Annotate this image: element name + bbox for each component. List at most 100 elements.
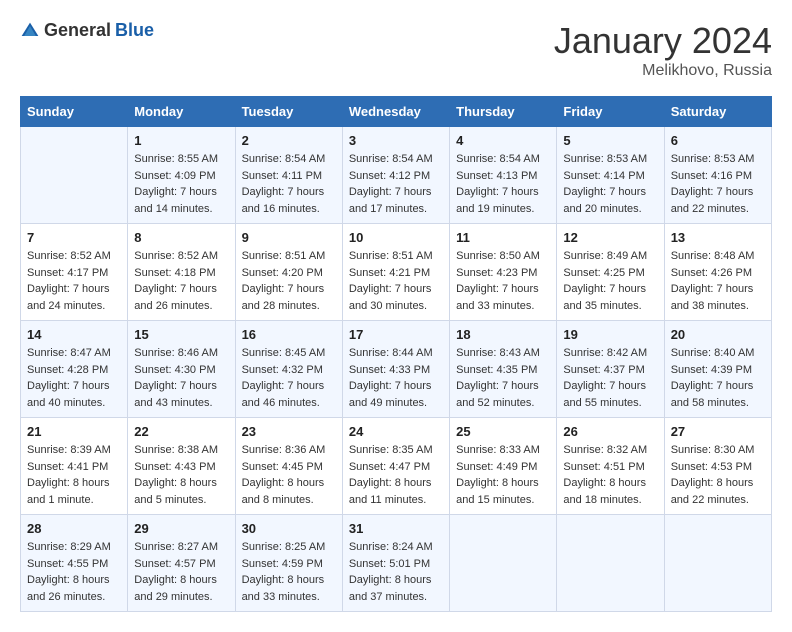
- day-info: Sunrise: 8:52 AMSunset: 4:17 PMDaylight:…: [27, 248, 121, 314]
- day-number: 20: [671, 327, 765, 342]
- location-title: Melikhovo, Russia: [554, 62, 772, 80]
- header-friday: Friday: [557, 97, 664, 127]
- day-number: 3: [349, 133, 443, 148]
- day-number: 2: [242, 133, 336, 148]
- day-number: 14: [27, 327, 121, 342]
- logo-blue: Blue: [115, 20, 154, 41]
- day-info: Sunrise: 8:50 AMSunset: 4:23 PMDaylight:…: [456, 248, 550, 314]
- table-row: 4Sunrise: 8:54 AMSunset: 4:13 PMDaylight…: [450, 127, 557, 224]
- header-wednesday: Wednesday: [342, 97, 449, 127]
- table-row: 28 Sunrise: 8:29 AMSunset: 4:55 PMDayligh…: [21, 515, 128, 612]
- calendar-week-row: 14Sunrise: 8:47 AMSunset: 4:28 PMDayligh…: [21, 321, 772, 418]
- day-info: Sunrise: 8:38 AMSunset: 4:43 PMDaylight:…: [134, 442, 228, 508]
- day-number: 28: [27, 521, 121, 536]
- day-info: Sunrise: 8:55 AMSunset: 4:09 PMDaylight:…: [134, 151, 228, 217]
- day-number: 21: [27, 424, 121, 439]
- table-row: 9 Sunrise: 8:51 AMSunset: 4:20 PMDaylight…: [235, 224, 342, 321]
- table-row: 5 Sunrise: 8:53 AMSunset: 4:14 PMDaylight…: [557, 127, 664, 224]
- table-row: 18Sunrise: 8:43 AMSunset: 4:35 PMDayligh…: [450, 321, 557, 418]
- day-number: 29: [134, 521, 228, 536]
- day-number: 9: [242, 230, 336, 245]
- day-info: Sunrise: 8:51 AMSunset: 4:20 PMDaylight:…: [242, 248, 336, 314]
- table-row: 29 Sunrise: 8:27 AMSunset: 4:57 PMDayligh…: [128, 515, 235, 612]
- logo-general: General: [44, 20, 111, 41]
- day-info: Sunrise: 8:53 AMSunset: 4:14 PMDaylight:…: [563, 151, 657, 217]
- day-number: 8: [134, 230, 228, 245]
- day-info: Sunrise: 8:52 AMSunset: 4:18 PMDaylight:…: [134, 248, 228, 314]
- day-info: Sunrise: 8:40 AMSunset: 4:39 PMDaylight:…: [671, 345, 765, 411]
- day-info: Sunrise: 8:39 AMSunset: 4:41 PMDaylight:…: [27, 442, 121, 508]
- day-number: 17: [349, 327, 443, 342]
- header-sunday: Sunday: [21, 97, 128, 127]
- table-row: 16 Sunrise: 8:45 AMSunset: 4:32 PMDayligh…: [235, 321, 342, 418]
- day-info: Sunrise: 8:45 AMSunset: 4:32 PMDaylight:…: [242, 345, 336, 411]
- month-title: January 2024: [554, 20, 772, 62]
- day-number: 27: [671, 424, 765, 439]
- day-info: Sunrise: 8:24 AMSunset: 5:01 PMDaylight:…: [349, 539, 443, 605]
- day-number: 26: [563, 424, 657, 439]
- table-row: 12 Sunrise: 8:49 AMSunset: 4:25 PMDayligh…: [557, 224, 664, 321]
- calendar-week-row: 1 Sunrise: 8:55 AMSunset: 4:09 PMDaylight…: [21, 127, 772, 224]
- table-row: 24 Sunrise: 8:35 AMSunset: 4:47 PMDayligh…: [342, 418, 449, 515]
- day-info: Sunrise: 8:46 AMSunset: 4:30 PMDaylight:…: [134, 345, 228, 411]
- calendar-header-row: Sunday Monday Tuesday Wednesday Thursday…: [21, 97, 772, 127]
- day-number: 16: [242, 327, 336, 342]
- table-row: 10 Sunrise: 8:51 AMSunset: 4:21 PMDayligh…: [342, 224, 449, 321]
- day-info: Sunrise: 8:27 AMSunset: 4:57 PMDaylight:…: [134, 539, 228, 605]
- table-row: 1 Sunrise: 8:55 AMSunset: 4:09 PMDaylight…: [128, 127, 235, 224]
- table-row: 21 Sunrise: 8:39 AMSunset: 4:41 PMDayligh…: [21, 418, 128, 515]
- table-row: 2 Sunrise: 8:54 AMSunset: 4:11 PMDaylight…: [235, 127, 342, 224]
- day-number: 10: [349, 230, 443, 245]
- table-row: 20 Sunrise: 8:40 AMSunset: 4:39 PMDayligh…: [664, 321, 771, 418]
- table-row: 25Sunrise: 8:33 AMSunset: 4:49 PMDayligh…: [450, 418, 557, 515]
- table-row: 26 Sunrise: 8:32 AMSunset: 4:51 PMDayligh…: [557, 418, 664, 515]
- day-number: 25: [456, 424, 550, 439]
- table-row: 13 Sunrise: 8:48 AMSunset: 4:26 PMDayligh…: [664, 224, 771, 321]
- table-row: 31 Sunrise: 8:24 AMSunset: 5:01 PMDayligh…: [342, 515, 449, 612]
- day-number: 11: [456, 230, 550, 245]
- calendar-week-row: 21 Sunrise: 8:39 AMSunset: 4:41 PMDayligh…: [21, 418, 772, 515]
- day-number: 6: [671, 133, 765, 148]
- calendar-table: Sunday Monday Tuesday Wednesday Thursday…: [20, 96, 772, 612]
- table-row: 11 Sunrise: 8:50 AMSunset: 4:23 PMDayligh…: [450, 224, 557, 321]
- day-number: 13: [671, 230, 765, 245]
- logo-icon: [20, 21, 40, 41]
- header-monday: Monday: [128, 97, 235, 127]
- day-info: Sunrise: 8:30 AMSunset: 4:53 PMDaylight:…: [671, 442, 765, 508]
- day-number: 24: [349, 424, 443, 439]
- day-info: Sunrise: 8:49 AMSunset: 4:25 PMDaylight:…: [563, 248, 657, 314]
- table-row: 22 Sunrise: 8:38 AMSunset: 4:43 PMDayligh…: [128, 418, 235, 515]
- table-row: 23 Sunrise: 8:36 AMSunset: 4:45 PMDayligh…: [235, 418, 342, 515]
- day-info: Sunrise: 8:36 AMSunset: 4:45 PMDaylight:…: [242, 442, 336, 508]
- table-row: 3Sunrise: 8:54 AMSunset: 4:12 PMDaylight…: [342, 127, 449, 224]
- day-info: Sunrise: 8:53 AMSunset: 4:16 PMDaylight:…: [671, 151, 765, 217]
- day-number: 23: [242, 424, 336, 439]
- day-info: Sunrise: 8:32 AMSunset: 4:51 PMDaylight:…: [563, 442, 657, 508]
- day-number: 1: [134, 133, 228, 148]
- header-saturday: Saturday: [664, 97, 771, 127]
- day-info: Sunrise: 8:25 AMSunset: 4:59 PMDaylight:…: [242, 539, 336, 605]
- day-number: 12: [563, 230, 657, 245]
- day-number: 31: [349, 521, 443, 536]
- day-info: Sunrise: 8:51 AMSunset: 4:21 PMDaylight:…: [349, 248, 443, 314]
- calendar-week-row: 7Sunrise: 8:52 AMSunset: 4:17 PMDaylight…: [21, 224, 772, 321]
- header-tuesday: Tuesday: [235, 97, 342, 127]
- day-number: 5: [563, 133, 657, 148]
- day-info: Sunrise: 8:48 AMSunset: 4:26 PMDaylight:…: [671, 248, 765, 314]
- table-row: 30 Sunrise: 8:25 AMSunset: 4:59 PMDayligh…: [235, 515, 342, 612]
- day-info: Sunrise: 8:29 AMSunset: 4:55 PMDaylight:…: [27, 539, 121, 605]
- table-row: 15Sunrise: 8:46 AMSunset: 4:30 PMDayligh…: [128, 321, 235, 418]
- day-info: Sunrise: 8:35 AMSunset: 4:47 PMDaylight:…: [349, 442, 443, 508]
- table-row: 7Sunrise: 8:52 AMSunset: 4:17 PMDaylight…: [21, 224, 128, 321]
- day-number: 19: [563, 327, 657, 342]
- page-header: GeneralBlue January 2024 Melikhovo, Russ…: [20, 20, 772, 80]
- logo: GeneralBlue: [20, 20, 154, 41]
- table-row: 8 Sunrise: 8:52 AMSunset: 4:18 PMDaylight…: [128, 224, 235, 321]
- day-info: Sunrise: 8:54 AMSunset: 4:13 PMDaylight:…: [456, 151, 550, 217]
- table-row: 6 Sunrise: 8:53 AMSunset: 4:16 PMDaylight…: [664, 127, 771, 224]
- day-number: 30: [242, 521, 336, 536]
- header-thursday: Thursday: [450, 97, 557, 127]
- table-row: 27 Sunrise: 8:30 AMSunset: 4:53 PMDayligh…: [664, 418, 771, 515]
- day-info: Sunrise: 8:54 AMSunset: 4:11 PMDaylight:…: [242, 151, 336, 217]
- day-number: 22: [134, 424, 228, 439]
